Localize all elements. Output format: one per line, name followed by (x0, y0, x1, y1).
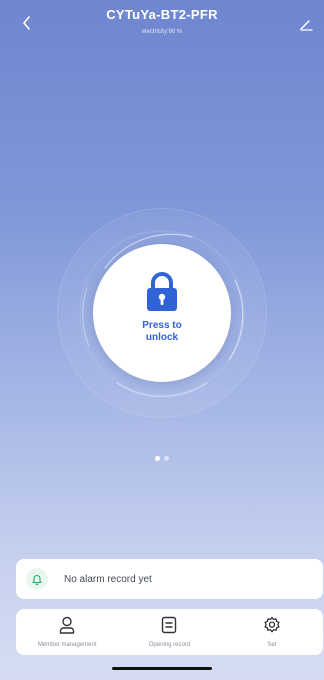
device-title: CYTuYa-BT2-PFR (106, 7, 218, 22)
unlock-button[interactable]: Press to unlock (93, 244, 231, 382)
battery-status: electricity:90 % (141, 29, 183, 35)
alarm-record-card[interactable]: No alarm record yet (16, 559, 323, 599)
lock-icon (147, 272, 177, 311)
edit-button[interactable] (294, 12, 318, 36)
nav-member-management[interactable]: Member management (16, 609, 118, 655)
unlock-label-line2: unlock (145, 332, 179, 343)
home-indicator[interactable] (112, 667, 212, 670)
bell-icon (32, 575, 42, 585)
nav-label-opening: Opening record (148, 642, 191, 648)
nav-set[interactable]: Set (221, 609, 323, 655)
app-header: CYTuYa-BT2-PFR electricity:90 % (0, 0, 324, 60)
page-indicator (0, 456, 324, 461)
document-icon (162, 616, 177, 634)
bottom-nav: Member management Opening record Set (16, 609, 323, 655)
page-dot-active[interactable] (155, 456, 160, 461)
alarm-text: No alarm record yet (64, 573, 152, 585)
gear-icon (264, 616, 280, 633)
pencil-icon (300, 20, 313, 31)
nav-opening-record[interactable]: Opening record (118, 609, 220, 655)
page-dot[interactable] (164, 456, 169, 461)
nav-label-set: Set (267, 642, 277, 648)
lock-control: Press to unlock (57, 208, 267, 418)
unlock-label-line1: Press to (142, 320, 182, 331)
unlock-label: Press to unlock (93, 320, 231, 344)
person-icon (59, 616, 75, 634)
bell-icon-badge (26, 568, 48, 590)
nav-label-member: Member management (37, 642, 97, 648)
